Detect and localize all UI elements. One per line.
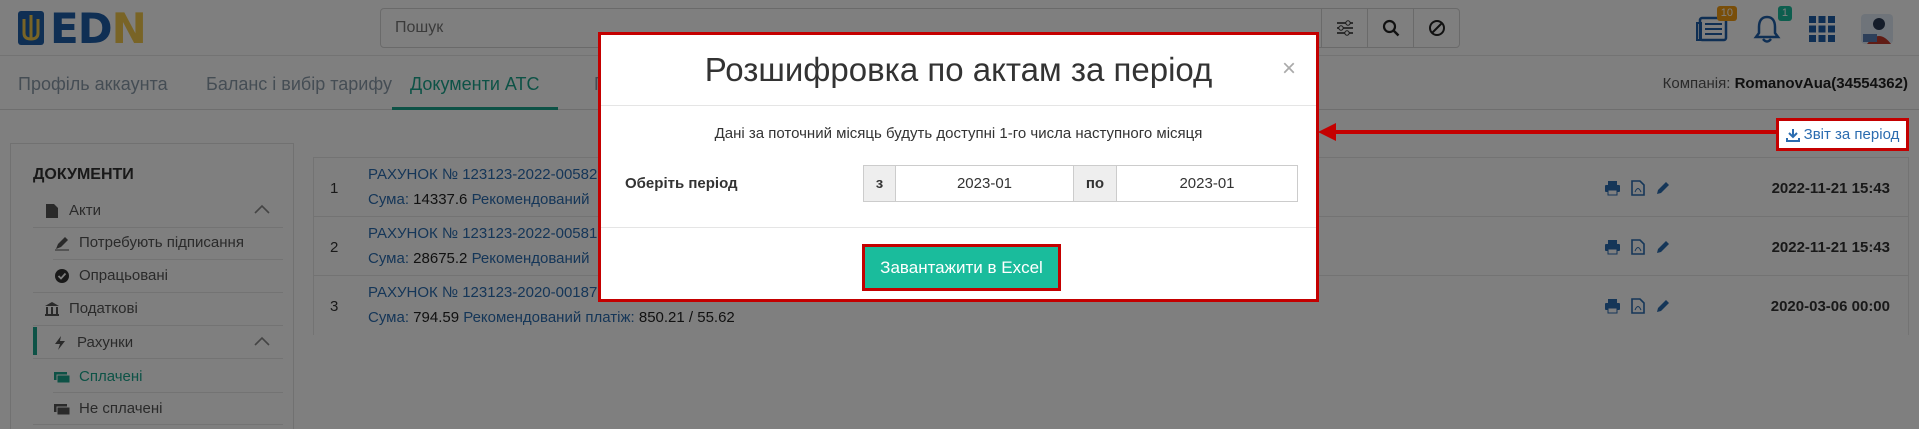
period-report-button[interactable]: Звіт за період [1776,118,1909,151]
modal-info-text: Дані за поточний місяць будуть доступні … [714,125,1203,142]
period-to-input[interactable]: 2023-01 [1117,166,1297,201]
to-label: по [1074,166,1117,201]
download-excel-button[interactable]: Завантажити в Excel [862,244,1061,291]
period-from-input[interactable]: 2023-01 [896,166,1074,201]
annotation-arrow [1318,123,1778,141]
report-button-label: Звіт за період [1803,126,1900,143]
period-label: Оберіть період [625,175,738,192]
period-report-modal: Розшифровка по актам за період × Дані за… [598,32,1319,302]
divider [601,105,1316,106]
divider [601,227,1316,228]
from-label: з [864,166,896,201]
period-range: з 2023-01 по 2023-01 [863,165,1298,202]
close-icon[interactable]: × [1282,57,1296,81]
modal-title: Розшифровка по актам за період [704,51,1213,88]
download-icon [1785,128,1800,142]
